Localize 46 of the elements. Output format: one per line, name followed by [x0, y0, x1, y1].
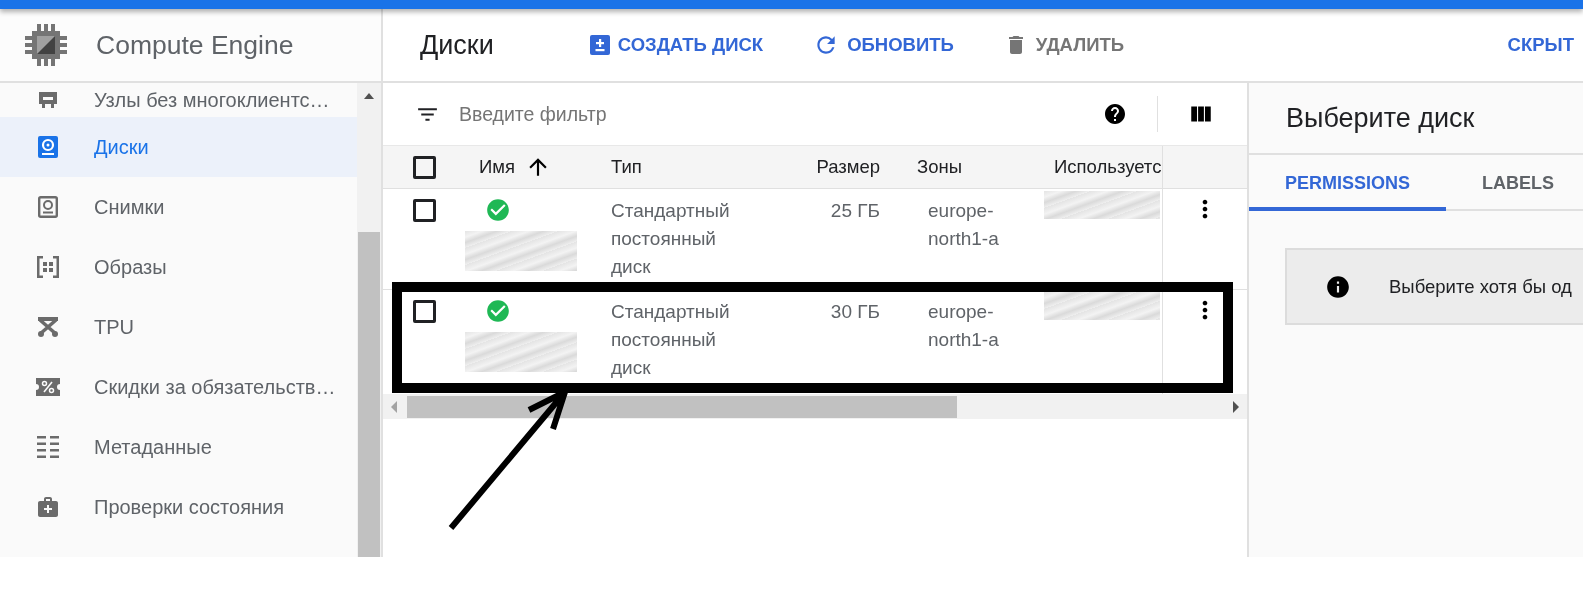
- column-header[interactable]: Зоны: [917, 156, 962, 178]
- bracket-grid-icon: [37, 256, 59, 278]
- info-icon: [1325, 273, 1351, 300]
- filter-input[interactable]: Введите фильтр: [459, 98, 1093, 130]
- sidebar-item[interactable]: Скидки за обязательств…: [0, 357, 357, 417]
- column-header[interactable]: Используетс: [1054, 156, 1162, 178]
- scrollbar-thumb[interactable]: [358, 232, 380, 557]
- column-header[interactable]: Размер: [816, 156, 880, 178]
- table-cell-text: 25 ГБ: [830, 199, 880, 223]
- checkbox[interactable]: [413, 199, 436, 222]
- table-cell-text: europe-north1-a: [928, 199, 1000, 251]
- sidebar-item[interactable]: Проверки состояния: [0, 477, 357, 537]
- plus-tile-icon: [589, 35, 610, 55]
- checkbox[interactable]: [413, 155, 436, 179]
- scrollbar-thumb[interactable]: [407, 395, 957, 418]
- sidebar-item[interactable]: Узлы без многоклиентс…: [0, 83, 357, 117]
- page-title: Диски: [420, 29, 494, 61]
- sidebar-item[interactable]: Метаданные: [0, 417, 357, 477]
- sidebar-item[interactable]: Образы: [0, 237, 357, 297]
- list-icon: [37, 436, 59, 458]
- sidebar-item[interactable]: Диски: [0, 117, 357, 177]
- sidebar-item[interactable]: TPU: [0, 297, 357, 357]
- sidebar-item[interactable]: Снимки: [0, 177, 357, 237]
- scroll-right-arrow[interactable]: [1233, 400, 1239, 413]
- bed-icon: [38, 91, 58, 109]
- table-cell-text: europe-north1-a: [928, 300, 1000, 352]
- column-header[interactable]: Тип: [611, 156, 642, 178]
- table-cell-text: Стандартный постоянный диск: [611, 199, 731, 279]
- product-title: Compute Engine: [96, 29, 294, 61]
- info-message: Выберите хотя бы од: [1389, 275, 1572, 298]
- table-cell-text: Стандартный постоянный диск: [611, 300, 731, 380]
- column-header[interactable]: Имя: [479, 154, 552, 180]
- scroll-up-arrow[interactable]: [364, 93, 374, 99]
- chip-logo-icon: [24, 23, 68, 67]
- table-cell-text: 30 ГБ: [830, 300, 880, 324]
- tab[interactable]: PERMISSIONS: [1249, 155, 1447, 211]
- help-icon[interactable]: [1103, 102, 1127, 126]
- medical-kit-icon: [36, 495, 60, 519]
- panel-title: Выберите диск: [1249, 83, 1583, 155]
- toolbar-button[interactable]: ОБНОВИТЬ: [813, 32, 954, 58]
- tab[interactable]: LABELS: [1446, 155, 1583, 211]
- percent-ticket-icon: [36, 378, 60, 396]
- cross-icon: [38, 317, 58, 337]
- panel-toggle-button[interactable]: СКРЫТ: [1507, 34, 1574, 56]
- checkbox[interactable]: [413, 300, 436, 323]
- toolbar-button[interactable]: СОЗДАТЬ ДИСК: [589, 34, 764, 56]
